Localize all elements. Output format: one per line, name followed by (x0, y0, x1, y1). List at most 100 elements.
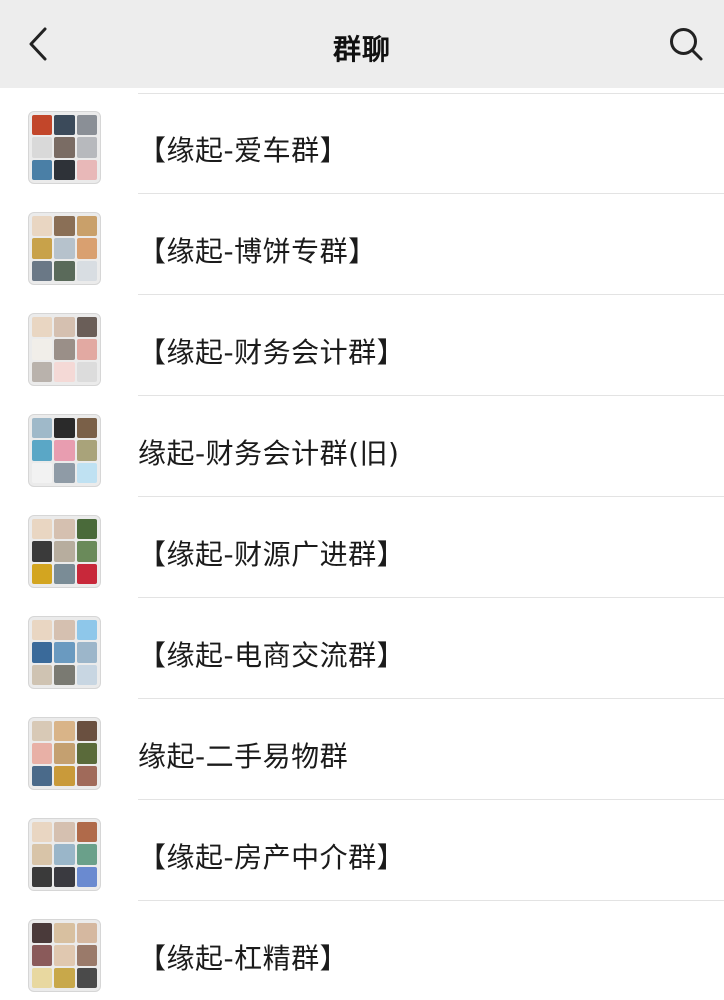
group-avatar (28, 111, 101, 184)
group-name: 【缘起-杠精群】 (138, 942, 349, 975)
group-row[interactable]: 缘起-财务会计群(旧) (0, 396, 724, 497)
member-photo (32, 462, 53, 483)
member-photo (32, 620, 53, 641)
member-photo (54, 563, 75, 584)
member-photo (32, 923, 53, 944)
member-photo (76, 541, 97, 562)
page-title: 群聊 (332, 33, 391, 66)
member-photo (76, 563, 97, 584)
member-photo (76, 765, 97, 786)
group-avatar (28, 919, 101, 992)
member-photo (54, 642, 75, 663)
member-photo (54, 418, 75, 439)
member-photo (54, 115, 75, 136)
member-photo (76, 462, 97, 483)
member-photo (32, 260, 53, 281)
member-photo (76, 923, 97, 944)
member-photo (54, 361, 75, 382)
group-list: 【缘起-爱车群】 【缘起-博饼专群】 【缘起-财务会计群】 缘起-财务会计群(旧… (0, 88, 724, 1000)
group-row[interactable]: 缘起-二手易物群 (0, 699, 724, 800)
group-name: 【缘起-博饼专群】 (138, 235, 377, 268)
member-photo (32, 159, 53, 180)
group-row[interactable]: 【缘起-财务会计群】 (0, 295, 724, 396)
member-photo (76, 664, 97, 685)
member-photo (54, 519, 75, 540)
member-photo (32, 137, 53, 158)
member-photo (54, 967, 75, 988)
member-photo (54, 238, 75, 259)
member-photo (32, 945, 53, 966)
member-photo (76, 115, 97, 136)
member-photo (32, 642, 53, 663)
group-name: 【缘起-财务会计群】 (138, 336, 406, 369)
group-row[interactable]: 【缘起-财源广进群】 (0, 497, 724, 598)
member-photo (54, 945, 75, 966)
member-photo (76, 642, 97, 663)
group-avatar (28, 616, 101, 689)
group-row[interactable]: 【缘起-杠精群】 (0, 901, 724, 1000)
member-photo (54, 159, 75, 180)
member-photo (32, 563, 53, 584)
group-name: 缘起-二手易物群 (138, 740, 349, 773)
member-photo (32, 866, 53, 887)
member-photo (76, 339, 97, 360)
member-photo (76, 620, 97, 641)
group-avatar (28, 212, 101, 285)
member-photo (76, 822, 97, 843)
member-photo (54, 765, 75, 786)
member-photo (32, 418, 53, 439)
member-photo (54, 339, 75, 360)
member-photo (32, 115, 53, 136)
member-photo (76, 238, 97, 259)
group-avatar (28, 414, 101, 487)
member-photo (32, 238, 53, 259)
member-photo (76, 519, 97, 540)
member-photo (54, 743, 75, 764)
group-avatar (28, 515, 101, 588)
member-photo (32, 822, 53, 843)
member-photo (32, 721, 53, 742)
member-photo (76, 721, 97, 742)
group-row[interactable]: 【缘起-博饼专群】 (0, 194, 724, 295)
member-photo (32, 317, 53, 338)
member-photo (76, 317, 97, 338)
search-icon (670, 28, 703, 61)
member-photo (54, 923, 75, 944)
member-photo (76, 260, 97, 281)
member-photo (76, 361, 97, 382)
member-photo (32, 216, 53, 237)
member-photo (54, 866, 75, 887)
member-photo (54, 216, 75, 237)
member-photo (32, 440, 53, 461)
group-row[interactable]: 【缘起-电商交流群】 (0, 598, 724, 699)
member-photo (32, 844, 53, 865)
search-button[interactable] (666, 24, 706, 64)
member-photo (32, 743, 53, 764)
member-photo (32, 361, 53, 382)
member-photo (32, 664, 53, 685)
group-name: 【缘起-爱车群】 (138, 134, 349, 167)
member-photo (54, 462, 75, 483)
member-photo (54, 721, 75, 742)
member-photo (32, 339, 53, 360)
group-row[interactable]: 【缘起-爱车群】 (0, 93, 724, 194)
member-photo (76, 967, 97, 988)
member-photo (54, 541, 75, 562)
member-photo (32, 541, 53, 562)
member-photo (76, 418, 97, 439)
member-photo (54, 317, 75, 338)
group-row[interactable]: 【缘起-房产中介群】 (0, 800, 724, 901)
member-photo (76, 743, 97, 764)
member-photo (76, 440, 97, 461)
member-photo (76, 866, 97, 887)
group-avatar (28, 818, 101, 891)
member-photo (54, 822, 75, 843)
member-photo (54, 664, 75, 685)
member-photo (54, 844, 75, 865)
member-photo (76, 137, 97, 158)
member-photo (54, 260, 75, 281)
group-name: 【缘起-电商交流群】 (138, 639, 406, 672)
group-name: 【缘起-财源广进群】 (138, 538, 406, 571)
group-name: 【缘起-房产中介群】 (138, 841, 406, 874)
group-avatar (28, 717, 101, 790)
